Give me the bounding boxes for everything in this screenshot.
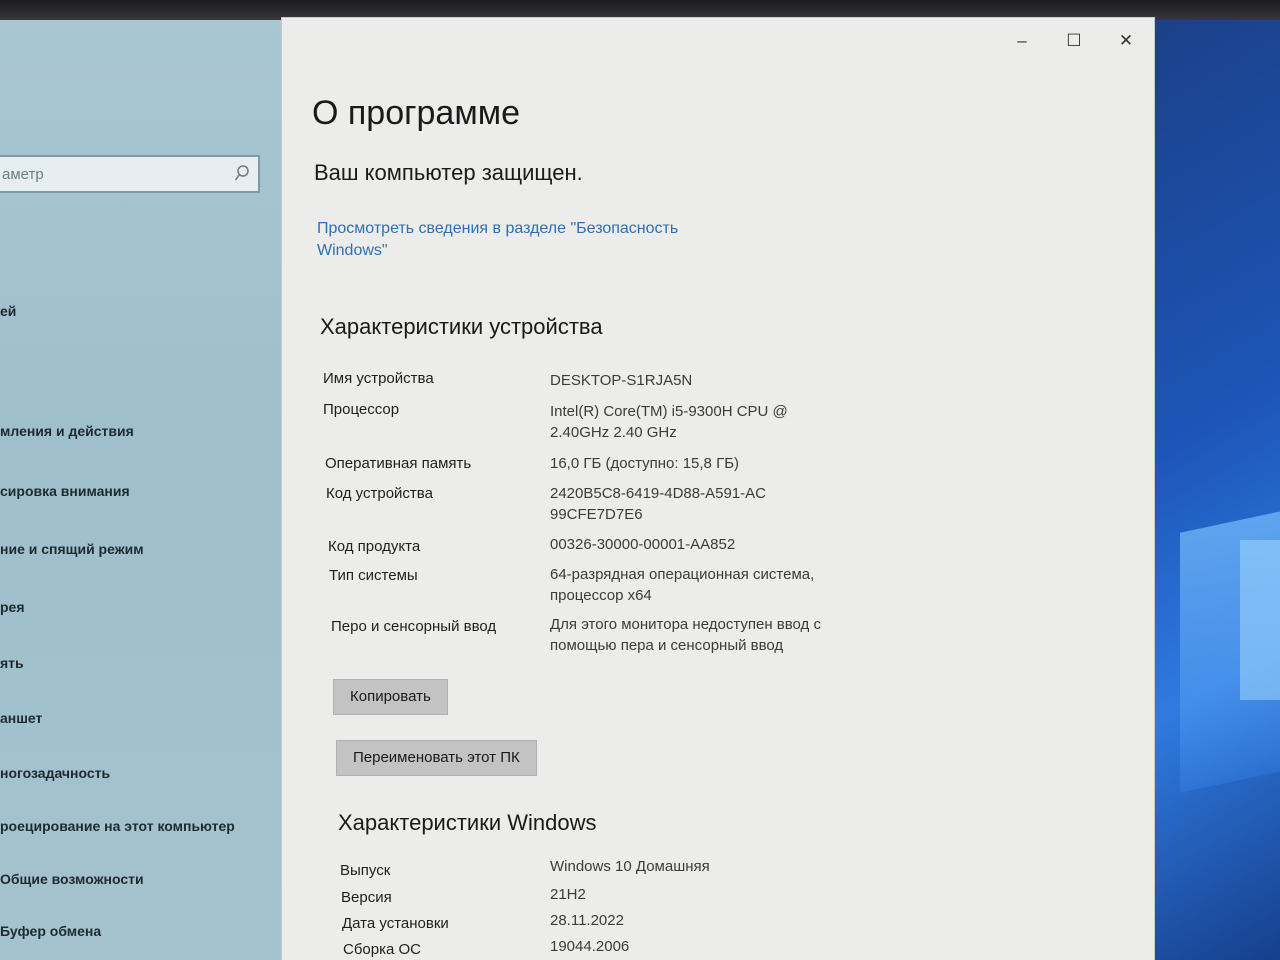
device-specs-heading: Характеристики устройства [320,314,603,339]
close-button[interactable]: ✕ [1110,30,1142,52]
minimize-button[interactable]: – [1006,30,1038,52]
protection-status: Ваш компьютер защищен. [314,160,583,185]
spec-label-system-type: Тип системы [329,567,418,584]
search-icon[interactable] [234,164,250,184]
copy-button[interactable]: Копировать [333,679,448,715]
sidebar-item-8[interactable]: ногозадачность [0,765,110,781]
page-title: О программе [312,94,521,132]
spec-label-device-id: Код устройства [326,485,433,502]
win-label-edition: Выпуск [340,862,391,879]
spec-value-system-type: 64-разрядная операционная система, проце… [550,566,815,604]
maximize-button[interactable]: ☐ [1058,30,1090,52]
win-label-version: Версия [341,889,392,906]
sidebar-item-2[interactable]: мления и действия [0,423,134,439]
sidebar-item-5[interactable]: рея [0,599,25,615]
win-value-os-build: 19044.2006 [550,938,630,955]
sidebar-item-9[interactable]: роецирование на этот компьютер [0,818,235,834]
settings-sidebar: аметр ей мления и действия сировка внима… [0,20,300,960]
spec-value-device-name: DESKTOP-S1RJA5N [550,372,693,389]
sidebar-item-4[interactable]: ние и спящий режим [0,541,144,557]
windows-specs-heading: Характеристики Windows [338,810,597,835]
security-details-link[interactable]: Просмотреть сведения в разделе "Безопасн… [317,218,737,262]
rename-pc-button[interactable]: Переименовать этот ПК [336,740,537,776]
sidebar-item-1[interactable]: ей [0,303,16,319]
sidebar-item-7[interactable]: аншет [0,710,42,726]
sidebar-item-3[interactable]: сировка внимания [0,483,130,499]
wallpaper-windows-logo-pane [1240,540,1280,700]
spec-label-product-id: Код продукта [328,538,421,555]
win-value-version: 21H2 [550,886,586,903]
spec-label-device-name: Имя устройства [323,370,434,387]
sidebar-item-10[interactable]: Общие возможности [0,871,144,887]
spec-value-ram: 16,0 ГБ (доступно: 15,8 ГБ) [550,455,740,472]
win-value-edition: Windows 10 Домашняя [550,858,710,875]
spec-value-processor: Intel(R) Core(TM) i5-9300H CPU @ 2.40GHz… [550,403,788,441]
win-value-install-date: 28.11.2022 [550,912,624,929]
spec-label-ram: Оперативная память [325,455,472,472]
search-placeholder: аметр [2,166,44,183]
spec-value-product-id: 00326-30000-00001-AA852 [550,536,736,553]
settings-search-input[interactable]: аметр [0,155,260,193]
sidebar-item-11[interactable]: Буфер обмена [0,923,101,939]
spec-value-pen-touch: Для этого монитора недоступен ввод с пом… [550,616,821,654]
sidebar-item-6[interactable]: ять [0,655,24,671]
win-label-os-build: Сборка ОС [343,941,422,958]
spec-label-processor: Процессор [323,401,400,418]
spec-value-device-id: 2420B5C8-6419-4D88-A591-AC99CFE7D7E6 [550,485,766,523]
spec-label-pen-touch: Перо и сенсорный ввод [331,618,497,635]
win-label-install-date: Дата установки [342,915,449,932]
